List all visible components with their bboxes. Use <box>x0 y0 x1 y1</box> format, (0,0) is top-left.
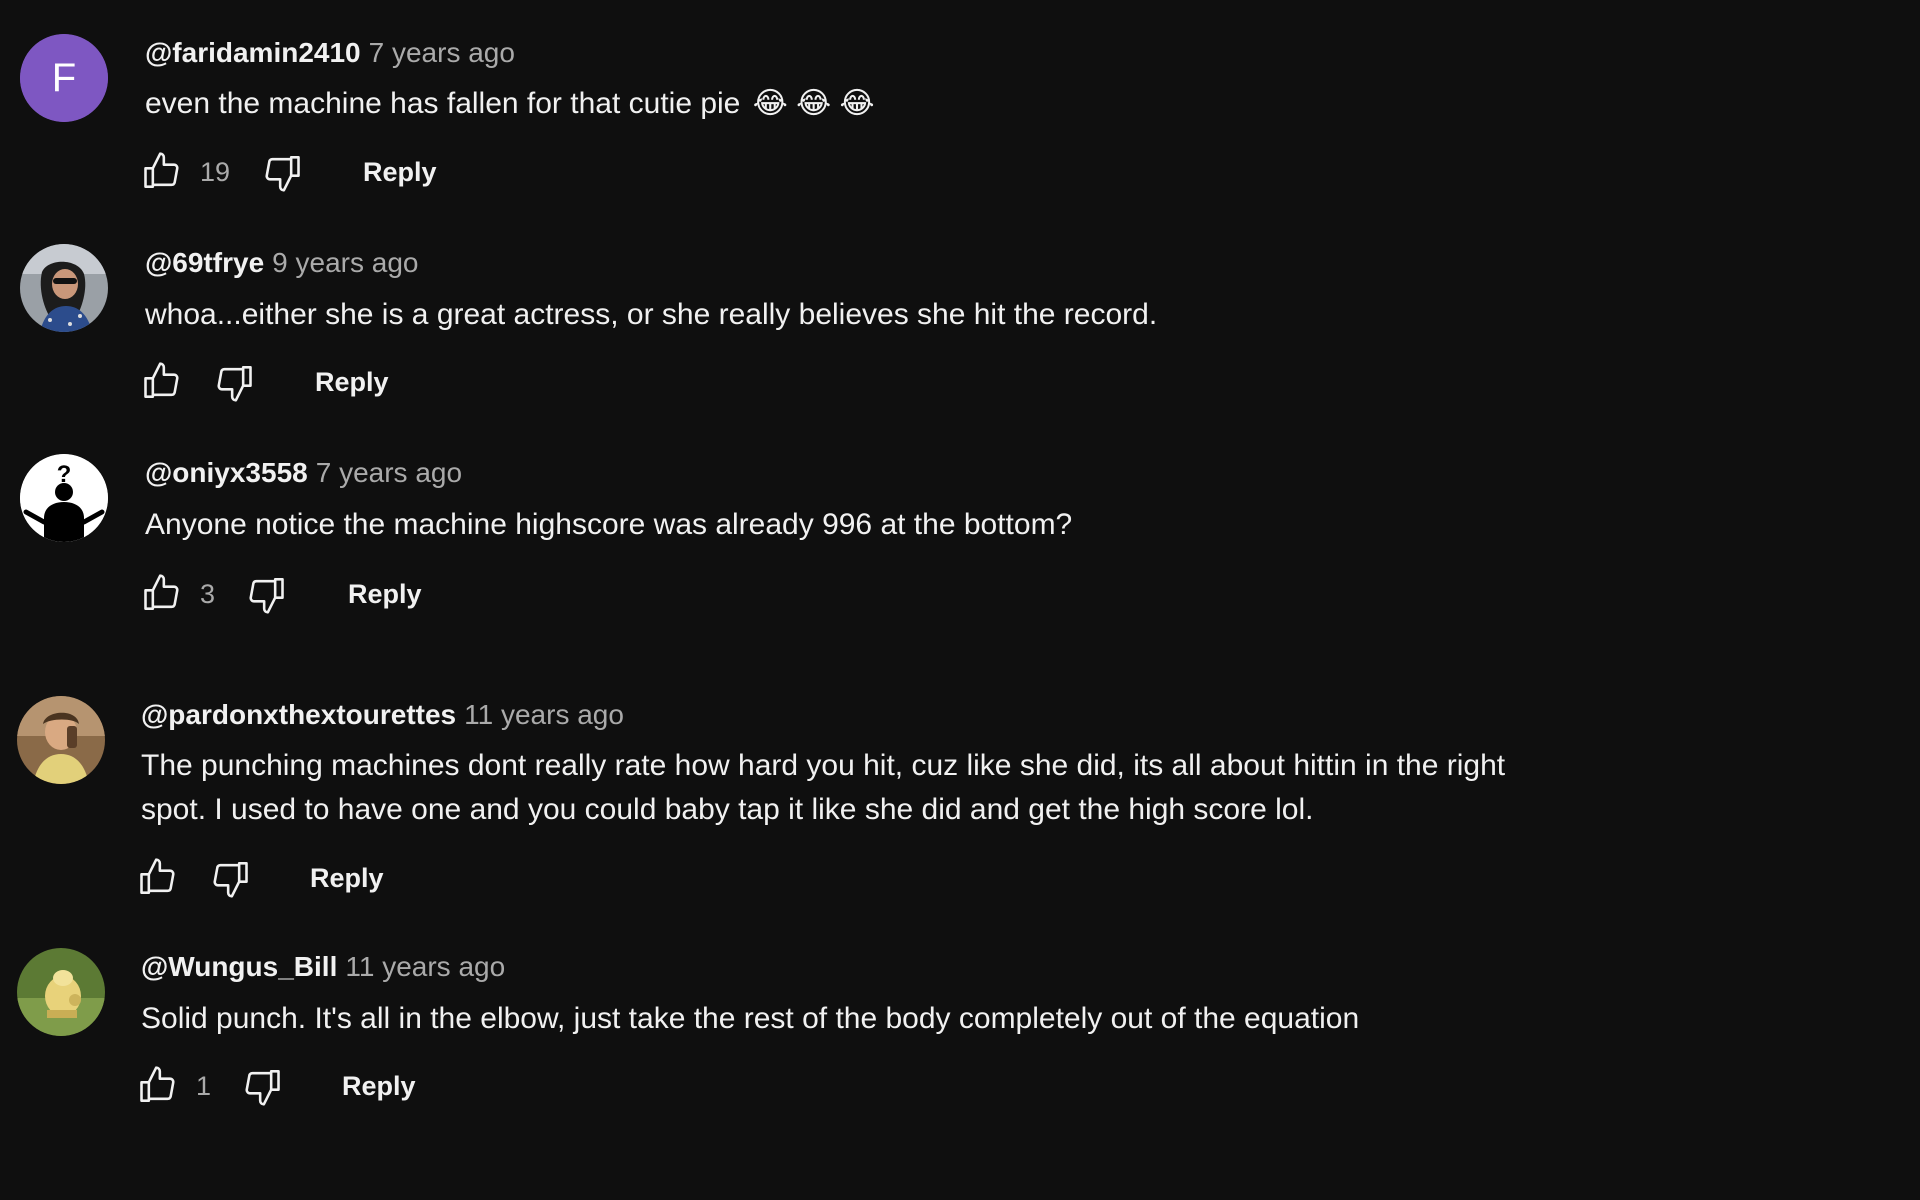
comment-actions: 19 Reply <box>140 148 540 196</box>
avatar[interactable] <box>17 696 105 784</box>
comment-timestamp[interactable]: 7 years ago <box>369 37 515 68</box>
dislike-button[interactable] <box>212 358 256 406</box>
thumbs-down-icon <box>249 578 284 614</box>
comment-header: @pardonxthextourettes 11 years ago <box>141 698 624 732</box>
avatar[interactable] <box>20 244 108 332</box>
dislike-button[interactable] <box>260 148 304 196</box>
reply-button[interactable]: Reply <box>310 862 384 894</box>
like-count: 1 <box>196 1071 212 1101</box>
profile-photo-icon <box>17 696 105 784</box>
comment-header: @oniyx3558 7 years ago <box>145 456 462 490</box>
comment-text: whoa...either she is a great actress, or… <box>145 298 1158 331</box>
reply-button[interactable]: Reply <box>363 156 437 188</box>
comment-timestamp[interactable]: 7 years ago <box>316 457 462 488</box>
reply-button[interactable]: Reply <box>315 366 389 398</box>
comment-actions: 1 Reply <box>136 1062 536 1110</box>
comment-actions: 3 Reply <box>140 570 540 618</box>
comment-header: @Wungus_Bill 11 years ago <box>141 950 505 984</box>
comment-text: even the machine has fallen for that cut… <box>145 87 875 120</box>
thumbs-up-icon <box>144 574 179 610</box>
like-button[interactable] <box>136 854 180 902</box>
comment-text: Solid punch. It's all in the elbow, just… <box>141 1002 1360 1035</box>
like-count: 19 <box>200 157 231 187</box>
like-button[interactable] <box>140 358 184 406</box>
comment-header: @69tfrye 9 years ago <box>145 246 418 280</box>
laughing-emoji: 😂 😂 😂 <box>752 87 875 120</box>
like-button[interactable] <box>136 1062 180 1110</box>
comment-author[interactable]: @faridamin2410 <box>145 37 361 68</box>
thumbs-down-icon <box>217 366 252 402</box>
comment-header: @faridamin2410 7 years ago <box>145 36 515 70</box>
comment-timestamp[interactable]: 11 years ago <box>345 951 505 982</box>
comment-timestamp[interactable]: 11 years ago <box>464 699 624 730</box>
avatar[interactable]: ? <box>20 454 108 542</box>
comment-author[interactable]: @pardonxthextourettes <box>141 699 456 730</box>
thumbs-up-icon <box>140 1066 175 1102</box>
thumbs-up-icon <box>144 362 179 398</box>
dislike-button[interactable] <box>244 570 288 618</box>
avatar-letter-icon: F <box>20 34 108 122</box>
comment-text: Anyone notice the machine highscore was … <box>145 508 1073 541</box>
profile-photo-icon <box>20 244 108 332</box>
thumbs-down-icon <box>265 156 300 192</box>
comment-author[interactable]: @69tfrye <box>145 247 264 278</box>
comment-author[interactable]: @Wungus_Bill <box>141 951 337 982</box>
dislike-button[interactable] <box>240 1062 284 1110</box>
comment-text: The punching machines dont really rate h… <box>141 749 1506 826</box>
profile-photo-icon <box>17 948 105 1036</box>
dislike-button[interactable] <box>208 854 252 902</box>
comment-timestamp[interactable]: 9 years ago <box>272 247 418 278</box>
comment-actions: Reply <box>136 854 536 902</box>
svg-text:F: F <box>52 56 76 100</box>
like-count: 3 <box>200 579 216 609</box>
avatar[interactable]: F <box>20 34 108 122</box>
question-person-icon: ? <box>20 454 108 542</box>
reply-button[interactable]: Reply <box>342 1070 416 1102</box>
thumbs-up-icon <box>140 858 175 894</box>
like-button[interactable] <box>140 148 184 196</box>
thumbs-down-icon <box>245 1070 280 1106</box>
thumbs-up-icon <box>144 152 179 188</box>
reply-button[interactable]: Reply <box>348 578 422 610</box>
thumbs-down-icon <box>213 862 248 898</box>
comment-author[interactable]: @oniyx3558 <box>145 457 308 488</box>
avatar[interactable] <box>17 948 105 1036</box>
like-button[interactable] <box>140 570 184 618</box>
comment-actions: Reply <box>140 358 540 406</box>
